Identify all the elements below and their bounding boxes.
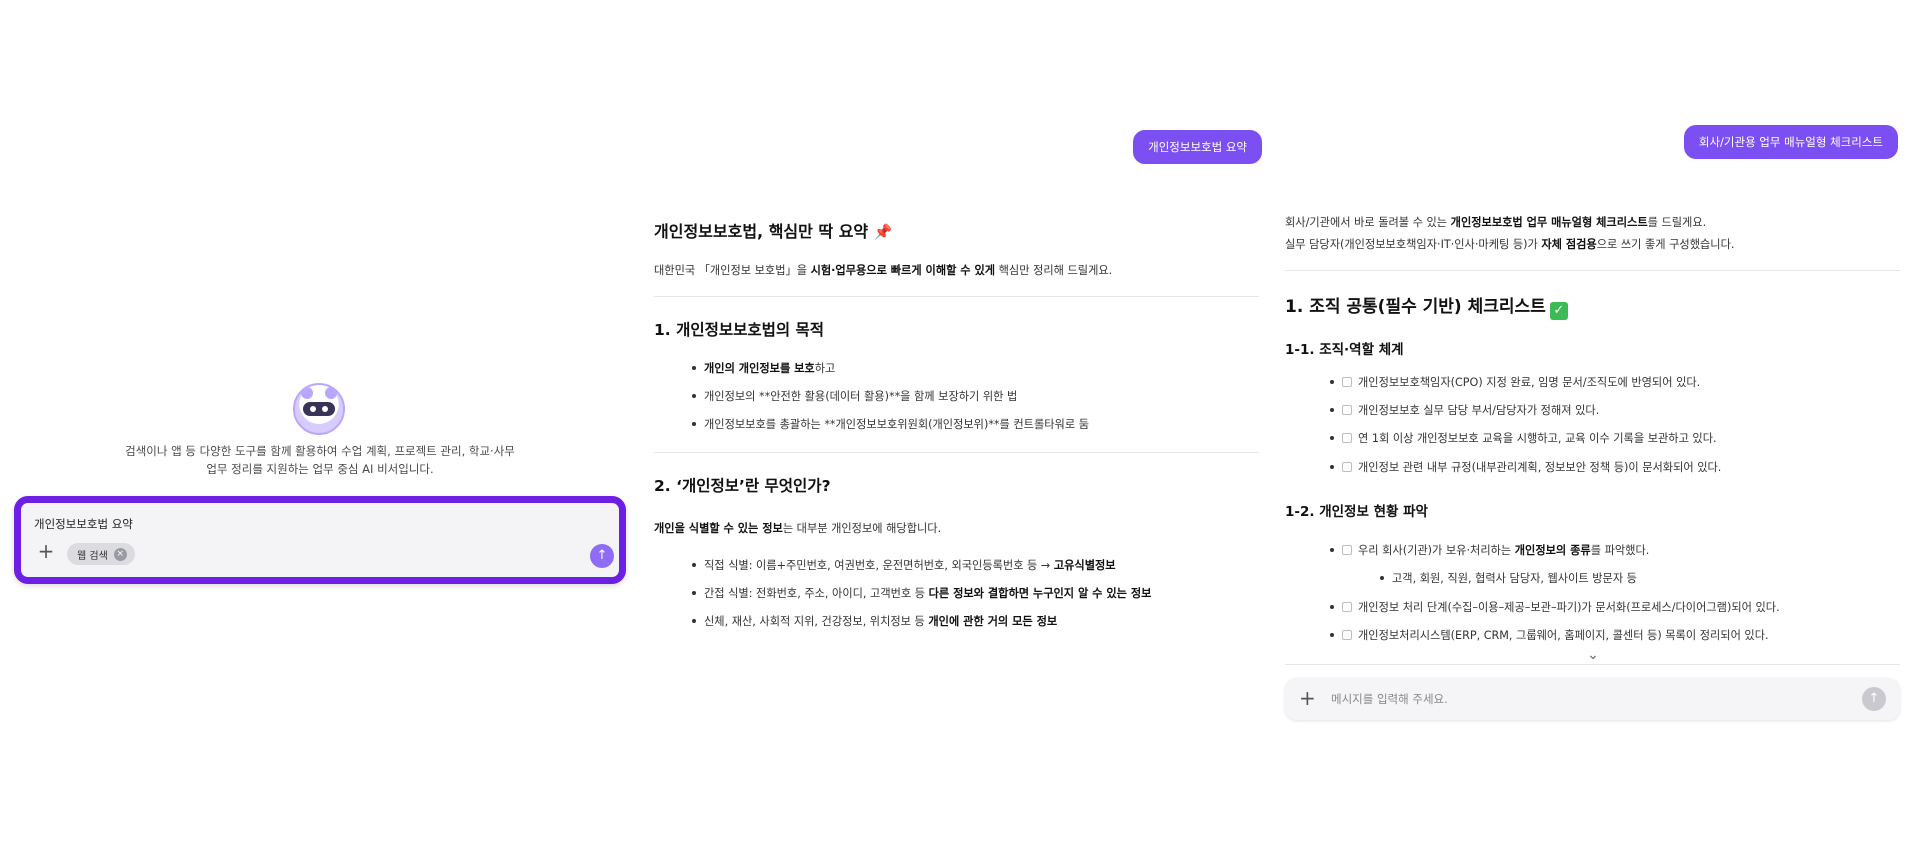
item-bold: 개인정보의 종류	[1514, 544, 1591, 557]
list-item: 신체, 재산, 사회적 지위, 건강정보, 위치정보 등 개인에 관한 거의 모…	[691, 613, 1058, 629]
query-text[interactable]: 개인정보보호법 요약	[34, 516, 133, 532]
response-title: 개인정보보호법, 핵심만 딱 요약 📌	[654, 218, 892, 242]
section2-intro-bold: 개인을 식별할 수 있는 정보	[654, 522, 783, 535]
item-bold: 고유식별정보	[1053, 559, 1116, 572]
intro1-bold: 개인정보보호법 업무 매뉴얼형 체크리스트	[1450, 216, 1648, 229]
avatar-left-eye	[310, 406, 316, 412]
item-text: 개인정보 관련 내부 규정(내부관리계획, 정보보안 정책 등)이 문서화되어 …	[1358, 461, 1722, 474]
divider	[654, 452, 1259, 453]
section2-intro-rest: 는 대부분 개인정보에 해당합니다.	[782, 522, 942, 535]
divider	[1285, 270, 1900, 271]
divider	[654, 296, 1259, 297]
chat-input-box[interactable]: 개인정보보호법 요약 + 웹 검색 × ↑	[14, 496, 626, 584]
checklist-item[interactable]: 개인정보처리시스템(ERP, CRM, 그룹웨어, 홈페이지, 콜센터 등) 목…	[1330, 627, 1769, 643]
checklist-item[interactable]: 개인정보 처리 단계(수집–이용–제공–보관–파기)가 문서화(프로세스/다이어…	[1330, 599, 1780, 615]
sub-list-item: 고객, 회원, 직원, 협력사 담당자, 웹사이트 방문자 등	[1380, 572, 1637, 585]
item-text: 우리 회사(기관)가 보유·처리하는	[1358, 544, 1515, 557]
checklist-item[interactable]: 개인정보보호책임자(CPO) 지정 완료, 임명 문서/조직도에 반영되어 있다…	[1329, 374, 1701, 390]
avatar-goggles	[303, 402, 335, 416]
checkbox-icon[interactable]	[1342, 405, 1352, 415]
user-message-bubble: 개인정보보호법 요약	[1133, 130, 1262, 164]
section1-heading: 1. 개인정보보호법의 목적	[654, 321, 825, 339]
item-bold: 다른 정보와 결합하면 누구인지 알 수 있는 정보	[928, 587, 1152, 600]
item-bold: 개인의 개인정보를 보호	[704, 362, 815, 375]
intro-bold: 시험·업무용으로 빠르게 이해할 수 있게	[810, 264, 996, 277]
item-text: 개인정보보호책임자(CPO) 지정 완료, 임명 문서/조직도에 반영되어 있다…	[1358, 376, 1701, 389]
subsection-1-1-heading: 1-1. 조직·역할 체계	[1285, 342, 1404, 358]
assistant-start-panel: 검색이나 앱 등 다양한 도구를 함께 활용하여 수업 계획, 프로젝트 관리,…	[0, 0, 640, 861]
divider	[1285, 664, 1900, 665]
intro1-pre: 회사/기관에서 바로 돌려볼 수 있는	[1285, 216, 1451, 229]
intro2-bold: 자체 점검용	[1541, 238, 1597, 251]
checklist-conversation-panel: 회사/기관용 업무 매뉴얼형 체크리스트 회사/기관에서 바로 돌려볼 수 있는…	[1270, 0, 1915, 861]
scroll-down-chevron-icon[interactable]: ⌄	[1582, 644, 1604, 666]
checklist-item[interactable]: 개인정보 관련 내부 규정(내부관리계획, 정보보안 정책 등)이 문서화되어 …	[1329, 459, 1722, 475]
intro-line-1: 검색이나 앱 등 다양한 도구를 함께 활용하여 수업 계획, 프로젝트 관리,…	[125, 444, 515, 458]
web-search-chip-label: 웹 검색	[77, 550, 108, 562]
add-attachment-icon[interactable]: +	[35, 541, 57, 563]
list-item: 간접 식별: 전화번호, 주소, 아이디, 고객번호 등 다른 정보와 결합하면…	[691, 585, 1152, 601]
item-text: 연 1회 이상 개인정보보호 교육을 시행하고, 교육 이수 기록을 보관하고 …	[1358, 432, 1717, 445]
message-input[interactable]: 메시지를 입력해 주세요.	[1331, 691, 1448, 707]
checkbox-icon[interactable]	[1342, 602, 1352, 612]
intro1-post: 를 드릴게요.	[1647, 216, 1707, 229]
intro-post: 핵심만 정리해 드릴게요.	[995, 264, 1113, 277]
intro2-pre: 실무 담당자(개인정보보호책임자·IT·인사·마케팅 등)가	[1285, 238, 1542, 251]
item-text: 하고	[814, 362, 836, 375]
pushpin-icon: 📌	[873, 223, 893, 241]
user-message-bubble: 회사/기관용 업무 매뉴얼형 체크리스트	[1683, 125, 1898, 159]
summary-conversation-panel: 개인정보보호법 요약 개인정보보호법, 핵심만 딱 요약 📌 대한민국 「개인정…	[640, 0, 1262, 861]
item-text: 개인정보보호를 총괄하는 **개인정보보호위원회(개인정보위)**를 컨트롤타워…	[704, 418, 1089, 431]
item-text: 를 파악했다.	[1590, 544, 1650, 557]
list-item: 개인정보의 **안전한 활용(데이터 활용)**을 함께 보장하기 위한 법	[691, 388, 1018, 404]
checkbox-icon[interactable]	[1342, 377, 1352, 387]
intro-line-2: 업무 정리를 지원하는 업무 중심 AI 비서입니다.	[206, 462, 434, 476]
section1-heading-text: 1. 조직 공통(필수 기반) 체크리스트	[1285, 297, 1546, 317]
checkbox-icon[interactable]	[1342, 462, 1352, 472]
list-item: 직접 식별: 이름+주민번호, 여권번호, 운전면허번호, 외국인등록번호 등 …	[692, 557, 1116, 573]
chip-remove-icon[interactable]: ×	[113, 547, 127, 561]
section1-heading: 1. 조직 공통(필수 기반) 체크리스트 ✓	[1285, 292, 1568, 320]
avatar-right-ear	[325, 387, 337, 399]
assistant-avatar-icon	[293, 383, 345, 435]
checklist-item[interactable]: 우리 회사(기관)가 보유·처리하는 개인정보의 종류를 파악했다.	[1329, 542, 1650, 558]
item-text: 직접 식별: 이름+주민번호, 여권번호, 운전면허번호, 외국인등록번호 등 …	[704, 559, 1054, 572]
section2-intro: 개인을 식별할 수 있는 정보는 대부분 개인정보에 해당합니다.	[654, 520, 941, 536]
checklist-item[interactable]: 연 1회 이상 개인정보보호 교육을 시행하고, 교육 이수 기록을 보관하고 …	[1330, 430, 1717, 446]
intro-pre: 대한민국 「개인정보 보호법」을	[654, 264, 811, 277]
list-item: 개인정보보호를 총괄하는 **개인정보보호위원회(개인정보위)**를 컨트롤타워…	[692, 416, 1089, 432]
response-title-text: 개인정보보호법, 핵심만 딱 요약	[654, 222, 869, 241]
intro2-post: 으로 쓰기 좋게 구성했습니다.	[1596, 238, 1735, 251]
avatar-left-ear	[301, 387, 313, 399]
item-text: 개인정보처리시스템(ERP, CRM, 그룹웨어, 홈페이지, 콜센터 등) 목…	[1358, 629, 1769, 642]
add-attachment-icon[interactable]: +	[1299, 688, 1316, 708]
list-item: 개인의 개인정보를 보호하고	[691, 360, 836, 376]
send-button[interactable]: ↑	[1862, 687, 1886, 711]
item-text: 신체, 재산, 사회적 지위, 건강정보, 위치정보 등	[704, 615, 929, 628]
web-search-chip[interactable]: 웹 검색 ×	[67, 543, 135, 565]
chat-input-box[interactable]: + 메시지를 입력해 주세요. ↑	[1285, 678, 1900, 720]
assistant-intro: 검색이나 앱 등 다양한 도구를 함께 활용하여 수업 계획, 프로젝트 관리,…	[110, 442, 530, 478]
subsection-1-2-heading: 1-2. 개인정보 현황 파악	[1285, 504, 1428, 520]
item-text: 개인정보의 **안전한 활용(데이터 활용)**을 함께 보장하기 위한 법	[704, 390, 1018, 403]
response-intro-line-1: 회사/기관에서 바로 돌려볼 수 있는 개인정보보호법 업무 매뉴얼형 체크리스…	[1285, 214, 1706, 230]
avatar-right-eye	[322, 406, 328, 412]
send-button[interactable]: ↑	[590, 544, 614, 568]
item-text: 간접 식별: 전화번호, 주소, 아이디, 고객번호 등	[704, 587, 929, 600]
checklist-item[interactable]: 개인정보보호 실무 담당 부서/담당자가 정해져 있다.	[1329, 402, 1600, 418]
check-mark-icon: ✓	[1549, 302, 1568, 320]
section2-heading: 2. ‘개인정보’란 무엇인가?	[654, 477, 831, 495]
response-intro: 대한민국 「개인정보 보호법」을 시험·업무용으로 빠르게 이해할 수 있게 핵…	[654, 262, 1112, 278]
response-intro-line-2: 실무 담당자(개인정보보호책임자·IT·인사·마케팅 등)가 자체 점검용으로 …	[1285, 236, 1734, 252]
checkbox-icon[interactable]	[1342, 433, 1352, 443]
item-text: 개인정보보호 실무 담당 부서/담당자가 정해져 있다.	[1358, 404, 1600, 417]
item-bold: 개인에 관한 거의 모든 정보	[928, 615, 1058, 628]
checkbox-icon[interactable]	[1342, 545, 1352, 555]
item-text: 개인정보 처리 단계(수집–이용–제공–보관–파기)가 문서화(프로세스/다이어…	[1358, 601, 1780, 614]
checkbox-icon[interactable]	[1342, 630, 1352, 640]
